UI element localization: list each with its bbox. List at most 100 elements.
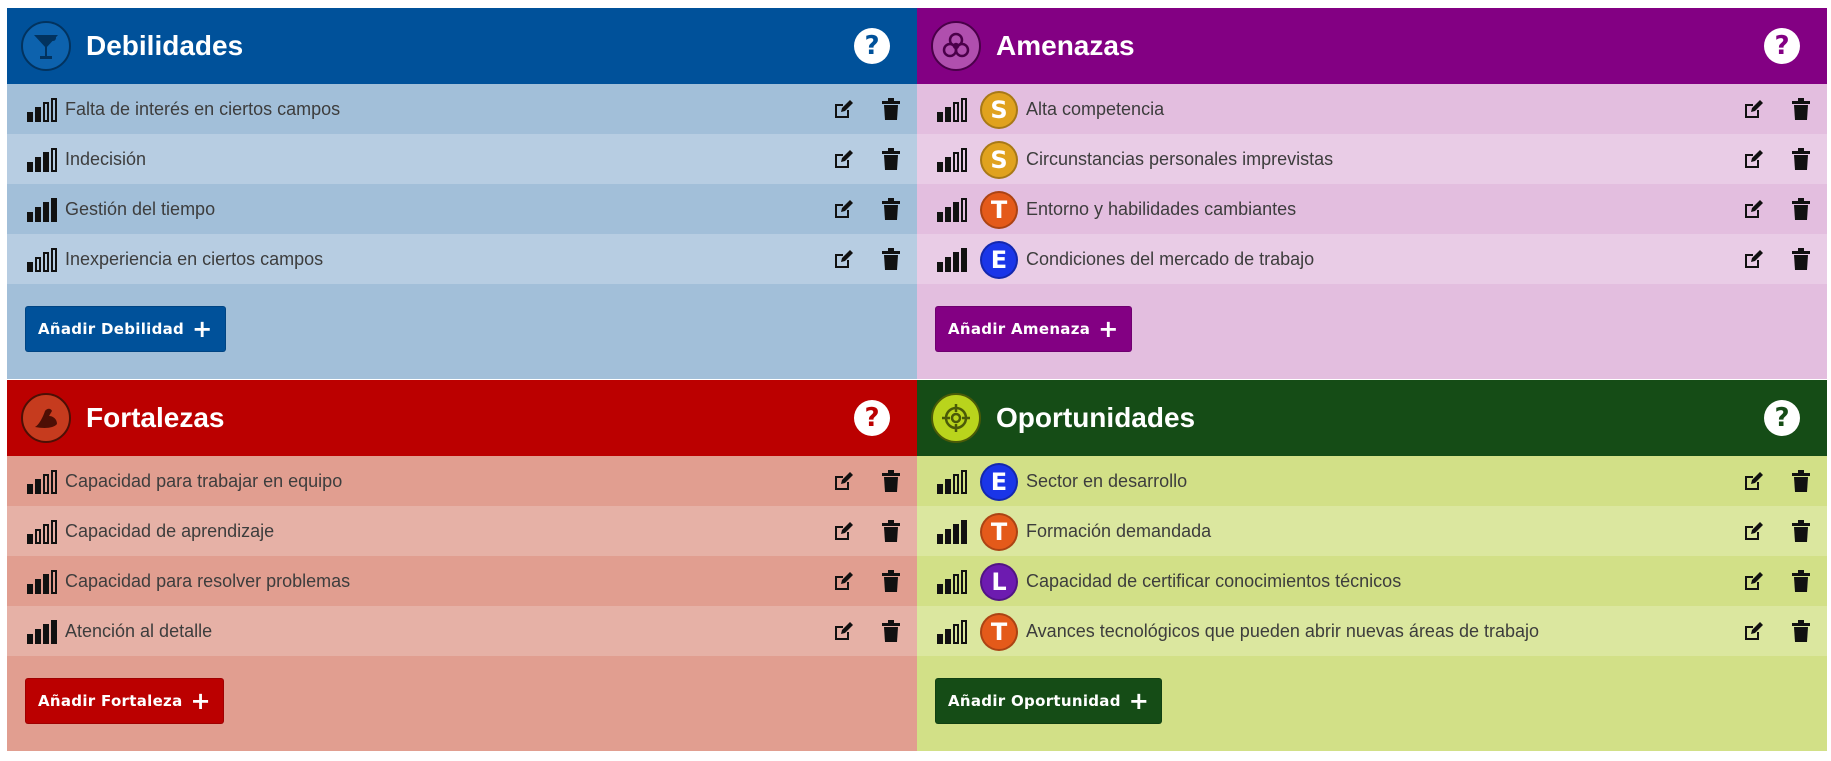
list-item: T Entorno y habilidades cambiantes <box>917 184 1827 234</box>
signal-bars-icon <box>27 570 61 594</box>
add-amenaza-button[interactable]: Añadir Amenaza + <box>935 306 1132 352</box>
signal-bar <box>961 248 967 272</box>
add-button-label: Añadir Oportunidad <box>948 692 1121 710</box>
category-badge: T <box>980 513 1018 551</box>
add-debilidad-button[interactable]: Añadir Debilidad + <box>25 306 226 352</box>
trash-icon[interactable] <box>881 620 901 642</box>
signal-bars-icon <box>27 620 61 644</box>
trash-icon[interactable] <box>1791 148 1811 170</box>
signal-bar <box>937 534 943 544</box>
flexed-arm-icon <box>21 393 71 443</box>
trash-icon[interactable] <box>881 570 901 592</box>
edit-icon[interactable] <box>832 99 854 121</box>
signal-bars-icon <box>27 520 61 544</box>
trash-icon[interactable] <box>881 470 901 492</box>
signal-bars-icon <box>937 198 971 222</box>
edit-icon[interactable] <box>1742 621 1764 643</box>
signal-bars-icon <box>27 248 61 272</box>
trash-icon[interactable] <box>1791 198 1811 220</box>
edit-icon[interactable] <box>832 521 854 543</box>
plus-icon: + <box>1128 687 1150 715</box>
signal-bar <box>27 534 33 544</box>
signal-bar <box>43 574 49 594</box>
trash-icon[interactable] <box>881 198 901 220</box>
signal-bar <box>35 257 41 272</box>
trash-icon[interactable] <box>1791 520 1811 542</box>
signal-bar <box>937 212 943 222</box>
edit-icon[interactable] <box>1742 521 1764 543</box>
edit-icon[interactable] <box>832 149 854 171</box>
edit-icon[interactable] <box>1742 249 1764 271</box>
list-item: Atención al detalle <box>7 606 917 656</box>
edit-icon[interactable] <box>1742 471 1764 493</box>
signal-bar <box>937 584 943 594</box>
edit-icon[interactable] <box>1742 571 1764 593</box>
panel-title: Fortalezas <box>86 402 225 433</box>
signal-bar <box>43 252 49 272</box>
item-text: Circunstancias personales imprevistas <box>1026 149 1334 169</box>
signal-bars-icon <box>937 248 971 272</box>
category-badge: E <box>980 463 1018 501</box>
trash-icon[interactable] <box>881 520 901 542</box>
list-item: Falta de interés en ciertos campos <box>7 84 917 134</box>
trash-icon[interactable] <box>1791 620 1811 642</box>
trash-icon[interactable] <box>1791 570 1811 592</box>
list-item: Indecisión <box>7 134 917 184</box>
panel-header: Fortalezas ? <box>7 380 917 456</box>
edit-icon[interactable] <box>1742 149 1764 171</box>
help-icon[interactable]: ? <box>1764 28 1800 64</box>
list-item: T Avances tecnológicos que pueden abrir n… <box>917 606 1827 656</box>
category-badge: E <box>980 241 1018 279</box>
item-text: Indecisión <box>65 149 147 169</box>
panel-header: Amenazas ? <box>917 8 1827 84</box>
signal-bar <box>945 629 951 644</box>
signal-bars-icon <box>937 148 971 172</box>
signal-bar <box>35 107 41 122</box>
signal-bar <box>43 624 49 644</box>
item-text: Gestión del tiempo <box>65 199 216 219</box>
signal-bars-icon <box>27 98 61 122</box>
add-button-label: Añadir Debilidad <box>38 320 185 338</box>
trash-icon[interactable] <box>1791 470 1811 492</box>
biohazard-icon <box>931 21 981 71</box>
list-item: E Condiciones del mercado de trabajo <box>917 234 1827 284</box>
edit-icon[interactable] <box>832 471 854 493</box>
trash-icon[interactable] <box>881 98 901 120</box>
item-text: Formación demandada <box>1026 521 1212 541</box>
signal-bar <box>937 634 943 644</box>
signal-bar <box>43 202 49 222</box>
edit-icon[interactable] <box>1742 99 1764 121</box>
add-oportunidad-button[interactable]: Añadir Oportunidad + <box>935 678 1163 724</box>
signal-bar <box>43 474 49 494</box>
edit-icon[interactable] <box>832 249 854 271</box>
trash-icon[interactable] <box>881 148 901 170</box>
help-icon[interactable]: ? <box>854 400 890 436</box>
signal-bar <box>51 470 57 494</box>
trash-icon[interactable] <box>1791 248 1811 270</box>
edit-icon[interactable] <box>832 621 854 643</box>
help-icon[interactable]: ? <box>1764 400 1800 436</box>
edit-icon[interactable] <box>832 571 854 593</box>
item-text: Entorno y habilidades cambiantes <box>1026 199 1297 219</box>
item-text: Atención al detalle <box>65 621 213 641</box>
panel-title: Debilidades <box>86 30 244 61</box>
list-item: Capacidad para trabajar en equipo <box>7 456 917 506</box>
item-text: Capacidad para trabajar en equipo <box>65 471 343 491</box>
signal-bar <box>961 98 967 122</box>
add-fortaleza-button[interactable]: Añadir Fortaleza + <box>25 678 224 724</box>
panel-header: Oportunidades ? <box>917 380 1827 456</box>
edit-icon[interactable] <box>1742 199 1764 221</box>
signal-bar <box>51 98 57 122</box>
target-crosshair-icon <box>931 393 981 443</box>
trash-icon[interactable] <box>1791 98 1811 120</box>
signal-bar <box>27 162 33 172</box>
signal-bar <box>51 148 57 172</box>
edit-icon[interactable] <box>832 199 854 221</box>
signal-bar <box>953 202 959 222</box>
signal-bars-icon <box>937 470 971 494</box>
signal-bar <box>937 484 943 494</box>
trash-icon[interactable] <box>881 248 901 270</box>
signal-bars-icon <box>937 620 971 644</box>
help-icon[interactable]: ? <box>854 28 890 64</box>
signal-bar <box>953 624 959 644</box>
